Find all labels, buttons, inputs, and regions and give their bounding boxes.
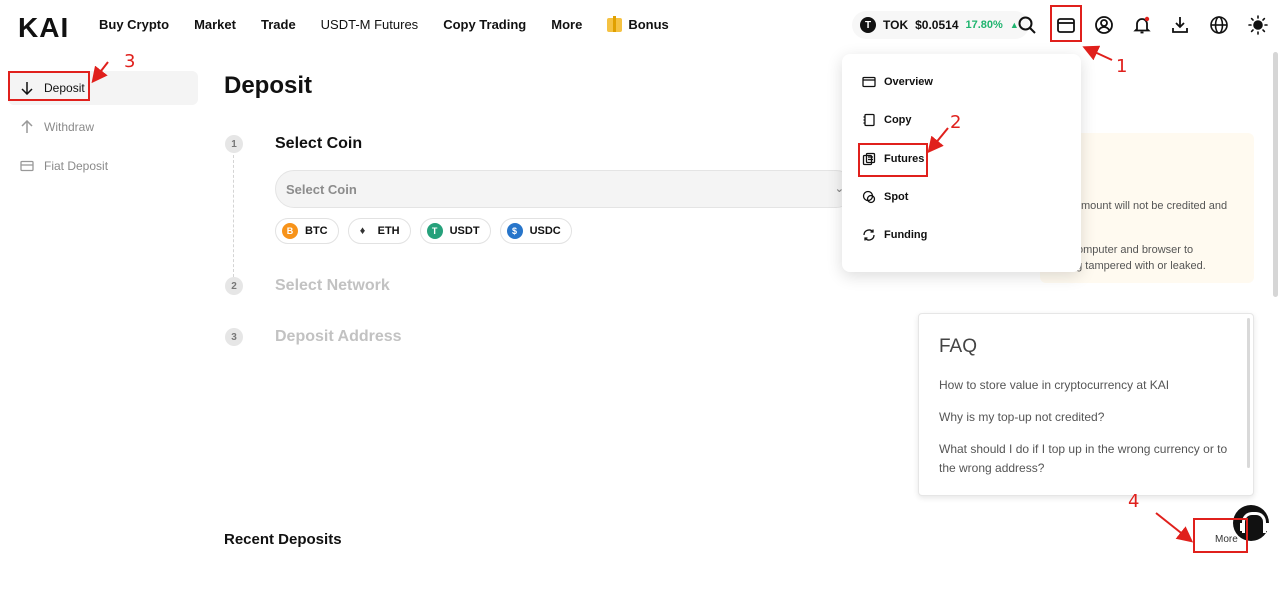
download-icon[interactable] (1169, 14, 1191, 36)
tok-token-icon: T (860, 17, 876, 33)
nav-copy-trading[interactable]: Copy Trading (443, 17, 526, 32)
sidebar-item-fiat-deposit[interactable]: Fiat Deposit (8, 149, 108, 183)
top-header: KAI Buy Crypto Market Trade USDT-M Futur… (0, 0, 1280, 52)
menu-item-label: Spot (884, 191, 909, 203)
step-number: 2 (225, 277, 243, 295)
recent-deposits-heading: Recent Deposits (224, 531, 342, 548)
faq-question[interactable]: What should I do if I top up in the wron… (939, 440, 1233, 478)
coin-chip-eth[interactable]: ♦ ETH (347, 218, 411, 244)
select-coin-placeholder: Select Coin (286, 181, 357, 197)
annotation-box-deposit (8, 71, 90, 101)
faq-panel: FAQ How to store value in cryptocurrency… (918, 313, 1254, 496)
coin-chip-usdc[interactable]: $ USDC (499, 218, 572, 244)
ticker-symbol: TOK (883, 18, 909, 32)
nav-bonus-label: Bonus (628, 17, 669, 32)
nav-bonus[interactable]: Bonus (607, 15, 669, 32)
step-label-select-network: Select Network (275, 277, 390, 294)
ticker-change: 17.80% (965, 19, 1003, 31)
faq-question[interactable]: How to store value in cryptocurrency at … (939, 376, 1233, 395)
select-coin-dropdown[interactable]: Select Coin ⌄ (275, 170, 855, 208)
spot-icon (862, 190, 876, 204)
step-label-deposit-address: Deposit Address (275, 328, 402, 345)
token-ticker[interactable]: T TOK $0.0514 17.80% ▲ (852, 11, 1029, 39)
wallet-icon (862, 76, 876, 88)
coin-chip-label: BTC (305, 225, 328, 237)
page-title: Deposit (224, 72, 313, 99)
annotation-box-futures (858, 143, 928, 177)
main-nav: Buy Crypto Market Trade USDT-M Futures C… (99, 15, 694, 32)
notice-text: ng tampered with or leaked. (1070, 260, 1206, 272)
kai-logo[interactable]: KAI (18, 12, 69, 44)
faq-title: FAQ (939, 336, 978, 357)
annotation-number: 2 (950, 112, 962, 133)
steps-connector (233, 155, 234, 277)
sidebar-item-label: Fiat Deposit (44, 159, 109, 173)
notice-text: mount will not be credited and (1081, 200, 1228, 212)
notice-text: omputer and browser to (1077, 244, 1194, 256)
annotation-number: 4 (1128, 491, 1140, 512)
coin-quick-picks: B BTC ♦ ETH T USDT $ USDC (275, 218, 572, 244)
bell-icon[interactable] (1131, 14, 1153, 36)
annotation-arrow (1155, 512, 1194, 543)
usdt-icon: T (426, 223, 443, 239)
globe-icon[interactable] (1208, 14, 1230, 36)
nav-more[interactable]: More (551, 17, 582, 32)
eth-icon: ♦ (354, 223, 371, 239)
annotation-number: 3 (124, 51, 136, 72)
account-icon[interactable] (1093, 14, 1115, 36)
coin-chip-label: USDT (449, 225, 480, 237)
menu-item-overview[interactable]: Overview (862, 75, 933, 89)
coin-chip-usdt[interactable]: T USDT (419, 218, 491, 244)
gift-icon (607, 15, 623, 32)
nav-trade[interactable]: Trade (261, 17, 296, 32)
sidebar-item-withdraw[interactable]: Withdraw (8, 110, 94, 144)
nav-usdt-m-futures[interactable]: USDT-M Futures (321, 17, 419, 32)
annotation-box-more (1193, 518, 1248, 553)
funding-icon (863, 229, 875, 241)
coin-chip-label: ETH (377, 225, 400, 237)
annotation-number: 1 (1116, 56, 1128, 77)
sun-theme-icon[interactable] (1247, 14, 1269, 36)
step-number: 1 (225, 135, 243, 153)
arrow-up-icon (21, 120, 33, 133)
step-number: 3 (225, 328, 243, 346)
ticker-price: $0.0514 (915, 18, 959, 32)
sidebar-item-label: Withdraw (44, 120, 95, 134)
menu-item-funding[interactable]: Funding (862, 228, 927, 242)
menu-item-label: Copy (884, 114, 912, 126)
menu-item-spot[interactable]: Spot (862, 190, 908, 204)
copy-icon (863, 113, 875, 127)
coin-chip-label: USDC (529, 225, 561, 237)
nav-buy-crypto[interactable]: Buy Crypto (99, 17, 169, 32)
faq-scrollbar[interactable] (1247, 318, 1250, 468)
menu-item-copy[interactable]: Copy (862, 113, 912, 127)
coin-chip-btc[interactable]: B BTC (275, 218, 339, 244)
usdc-icon: $ (506, 223, 523, 239)
faq-question[interactable]: Why is my top-up not credited? (939, 408, 1233, 427)
menu-item-label: Overview (884, 76, 933, 88)
btc-icon: B (282, 223, 298, 239)
menu-item-label: Funding (884, 229, 928, 241)
step-label-select-coin: Select Coin (275, 135, 363, 152)
card-icon (20, 160, 34, 172)
annotation-box-wallet (1050, 5, 1082, 42)
page-scrollbar[interactable] (1273, 52, 1278, 297)
search-icon[interactable] (1016, 14, 1038, 36)
nav-market[interactable]: Market (194, 17, 236, 32)
